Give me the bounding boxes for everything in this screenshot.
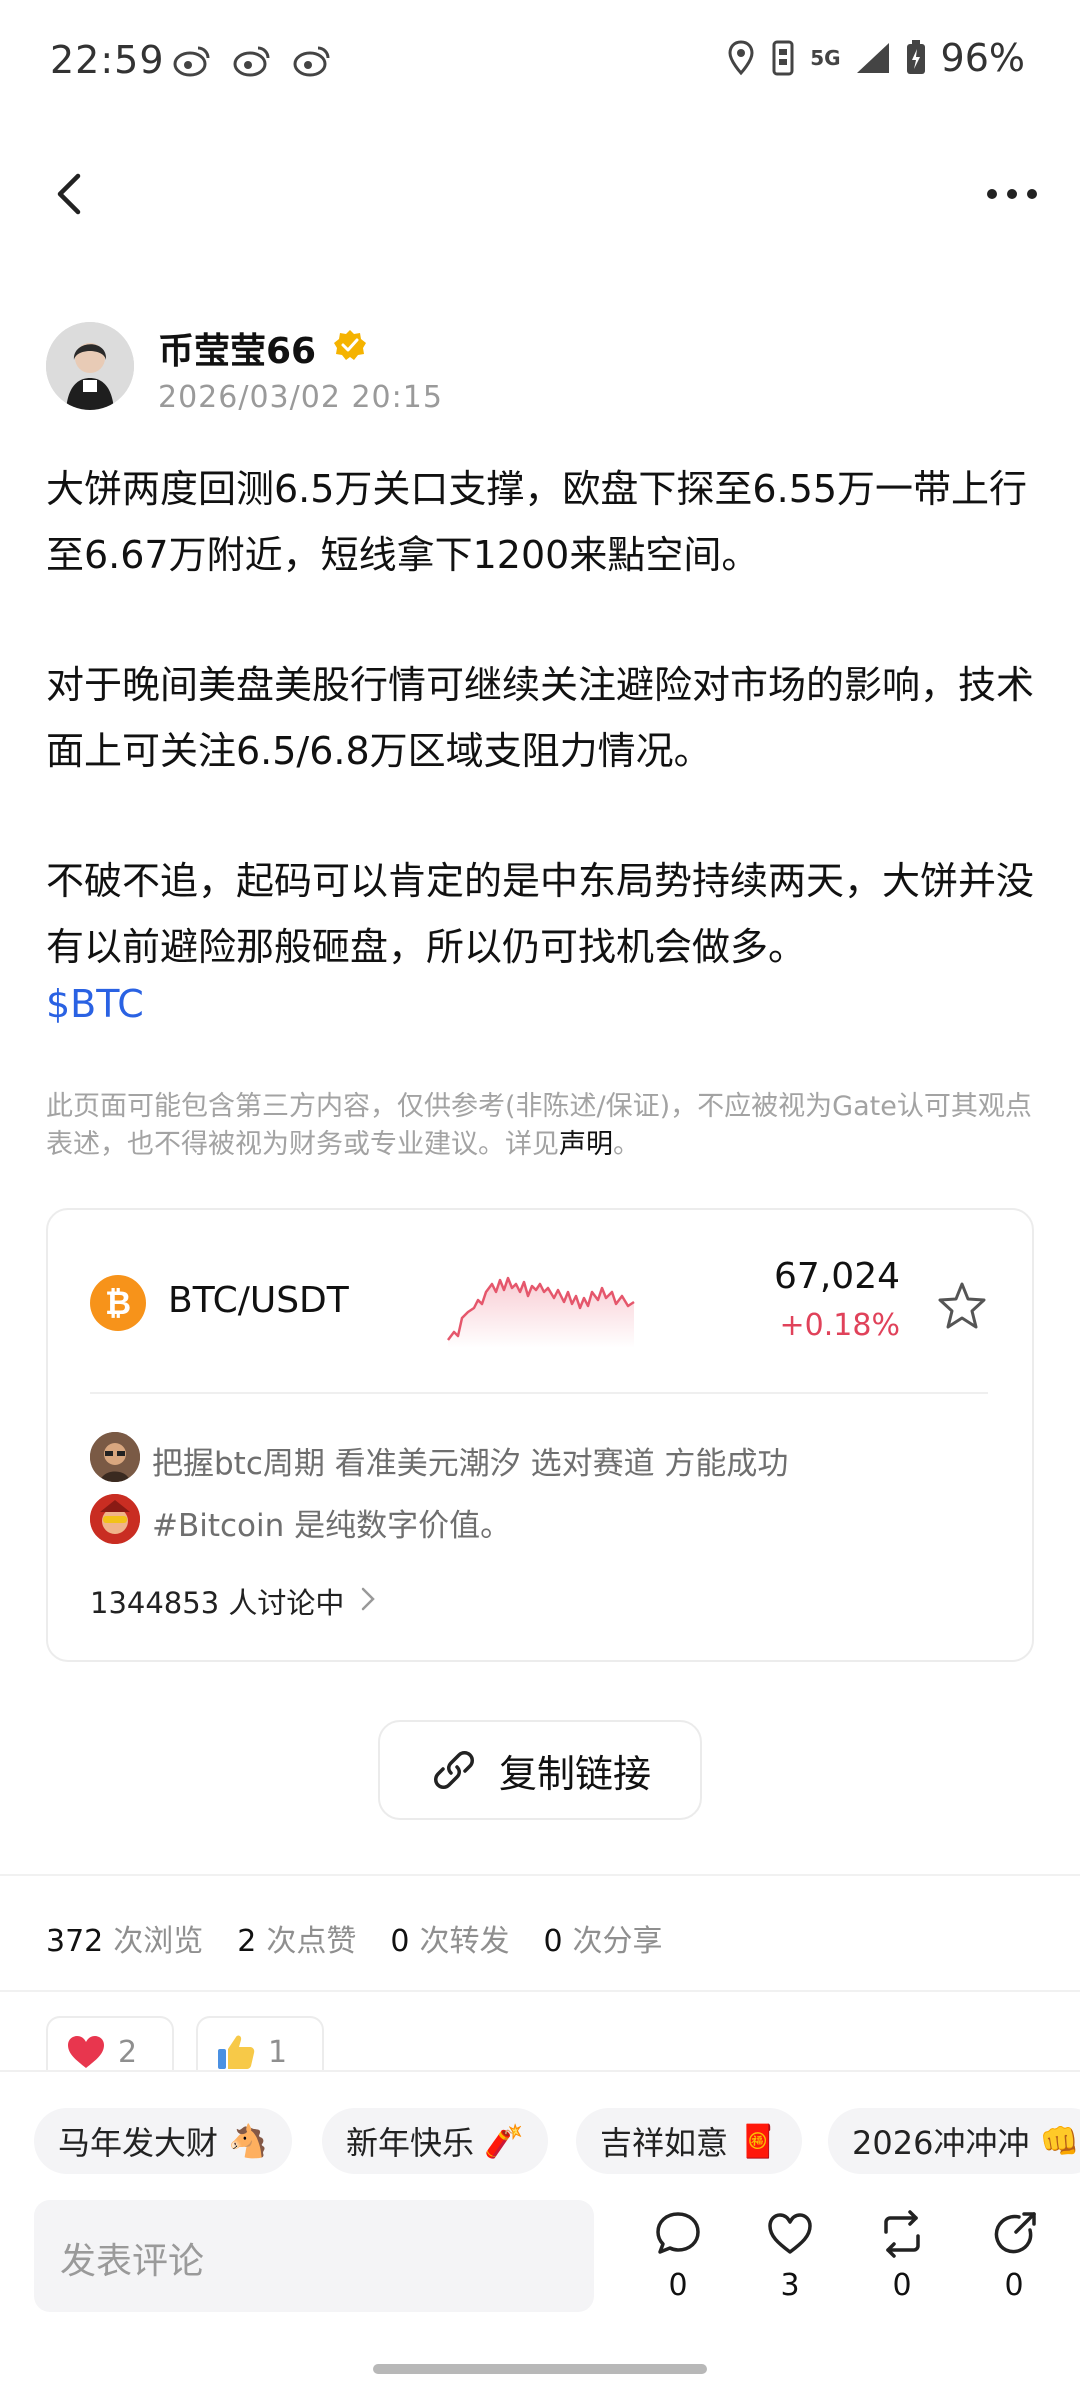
price-sparkline: [447, 1276, 635, 1348]
share-button[interactable]: 0: [974, 2210, 1054, 2303]
post-time: 2026/03/02 20:15: [158, 380, 443, 415]
quick-reply-chip[interactable]: 新年快乐 🧨: [322, 2108, 548, 2174]
back-icon[interactable]: [52, 172, 86, 216]
author-avatar[interactable]: [46, 322, 134, 410]
post-paragraph: 对于晚间美盘美股行情可继续关注避险对市场的影响，技术面上可关注6.5/6.8万区…: [46, 663, 1035, 773]
disclaimer: 此页面可能包含第三方内容，仅供参考(非陈述/保证)，不应被视为Gate认可其观点…: [46, 1088, 1036, 1164]
btc-tag-link[interactable]: $BTC: [46, 982, 144, 1026]
repost-button[interactable]: 0: [862, 2210, 942, 2303]
card-divider: [90, 1392, 988, 1394]
thumbs-up-reaction-count: 1: [268, 2034, 288, 2070]
quick-reply-chip[interactable]: 马年发大财 🐴: [34, 2108, 292, 2174]
disclaimer-end: 。: [613, 1129, 640, 1160]
repost-action-count: 0: [892, 2268, 912, 2303]
view-count: 372: [46, 1924, 104, 1959]
link-icon: [433, 1751, 474, 1789]
discussion-text[interactable]: 把握btc周期 看准美元潮汐 选对赛道 方能成功: [152, 1438, 788, 1483]
weibo-icon: [173, 46, 210, 77]
price-change: +0.18%: [779, 1308, 900, 1343]
btc-price: 67,024: [774, 1256, 900, 1297]
author-name[interactable]: 币莹莹66: [158, 322, 316, 374]
like-label: 次点赞: [266, 1924, 357, 1959]
share-action-count: 0: [1004, 2268, 1024, 2303]
chip-label: 吉祥如意: [600, 2124, 729, 2162]
share-icon: [994, 2212, 1036, 2254]
repost-count: 0: [390, 1924, 410, 1959]
share-count: 0: [543, 1924, 563, 1959]
heart-reaction-count: 2: [118, 2034, 138, 2070]
svg-text:₿: ₿: [105, 1284, 131, 1322]
favorite-star-icon[interactable]: [936, 1280, 988, 1332]
signal-icon: [856, 43, 889, 73]
discussion-avatar: [90, 1432, 140, 1482]
vibrate-icon: [772, 40, 794, 76]
copy-link-label: 复制链接: [498, 1751, 651, 1796]
verified-icon: [334, 330, 366, 360]
thumbs-up-icon: [218, 2035, 255, 2069]
heart-icon: [68, 2036, 104, 2068]
network-5g: 5G: [810, 46, 841, 70]
chevron-right-icon: [361, 1587, 375, 1611]
bitcoin-icon: ₿: [90, 1275, 146, 1331]
post-paragraph: 大饼两度回测6.5万关口支撑，欧盘下探至6.55万一带上行至6.67万附近，短线…: [46, 467, 1028, 577]
more-icon[interactable]: [984, 185, 1040, 203]
red-envelope-emoji-icon: 🧧: [738, 2122, 778, 2160]
share-label: 次分享: [572, 1924, 663, 1959]
battery-icon: [906, 40, 925, 74]
like-button[interactable]: 3: [750, 2210, 830, 2303]
disclaimer-text: 此页面可能包含第三方内容，仅供参考(非陈述/保证)，不应被视为Gate认可其观点…: [46, 1091, 1032, 1160]
post-paragraph: 不破不追，起码可以肯定的是中东局势持续两天，大饼并没有以前避险那般砸盘，所以仍可…: [46, 859, 1035, 969]
like-action-count: 3: [780, 2268, 800, 2303]
firecracker-emoji-icon: 🧨: [484, 2122, 524, 2160]
fist-emoji-icon: 👊: [1039, 2122, 1080, 2160]
repost-label: 次转发: [419, 1924, 510, 1959]
view-label: 次浏览: [113, 1924, 204, 1959]
home-indicator[interactable]: [373, 2364, 707, 2374]
horse-emoji-icon: 🐴: [228, 2122, 268, 2160]
quick-reply-chip[interactable]: 2026冲冲冲 👊: [828, 2108, 1080, 2174]
discussion-count[interactable]: 1344853 人讨论中: [90, 1580, 344, 1622]
chip-label: 马年发大财: [58, 2124, 219, 2162]
trading-pair[interactable]: BTC/USDT: [168, 1280, 349, 1321]
comment-placeholder: 发表评论: [60, 2241, 205, 2282]
heart-outline-icon: [768, 2213, 812, 2254]
battery-level: 96%: [940, 36, 1025, 80]
status-time: 22:59: [50, 38, 165, 82]
quick-reply-chip[interactable]: 吉祥如意 🧧: [576, 2108, 802, 2174]
repost-icon: [884, 2210, 920, 2258]
chip-label: 2026冲冲冲: [852, 2124, 1030, 2162]
divider: [0, 1990, 1080, 1992]
comment-icon: [656, 2212, 700, 2254]
like-count: 2: [237, 1924, 257, 1959]
discussion-text[interactable]: #Bitcoin 是纯数字价值。: [152, 1500, 511, 1545]
location-icon: [728, 40, 754, 76]
discussion-avatar: [90, 1494, 140, 1544]
comment-count: 0: [668, 2268, 688, 2303]
weibo-icon: [293, 46, 330, 77]
divider: [0, 1874, 1080, 1876]
disclaimer-link[interactable]: 声明: [559, 1129, 613, 1160]
status-icons: 5G 96%: [726, 36, 1025, 80]
copy-link-button[interactable]: 复制链接: [378, 1720, 702, 1820]
post-stats: 372 次浏览 2 次点赞 0 次转发 0 次分享: [46, 1916, 663, 1960]
comment-button[interactable]: 0: [638, 2210, 718, 2303]
chip-label: 新年快乐: [346, 2124, 475, 2162]
weibo-icon: [233, 46, 270, 77]
